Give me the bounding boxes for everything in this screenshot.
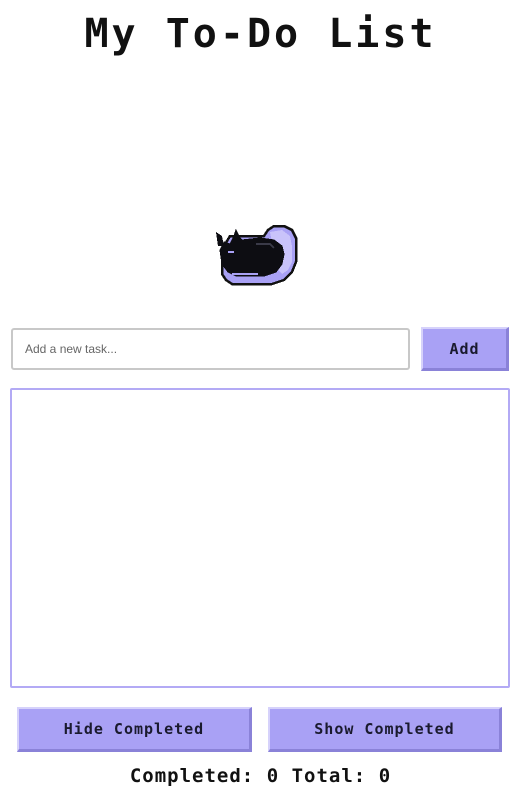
total-label: Total: (291, 765, 367, 787)
new-task-input[interactable] (11, 328, 410, 370)
hide-completed-button[interactable]: Hide Completed (17, 707, 252, 752)
total-count: 0 (378, 765, 392, 787)
page-title: My To-Do List (84, 11, 437, 57)
completed-count: 0 (266, 765, 280, 787)
sleeping-cat-icon (212, 222, 302, 292)
task-stats: Completed: 0 Total: 0 (0, 764, 521, 788)
completed-label: Completed: (129, 765, 255, 787)
show-completed-button[interactable]: Show Completed (268, 707, 502, 752)
add-task-button[interactable]: Add (421, 327, 509, 371)
task-list (10, 388, 510, 688)
